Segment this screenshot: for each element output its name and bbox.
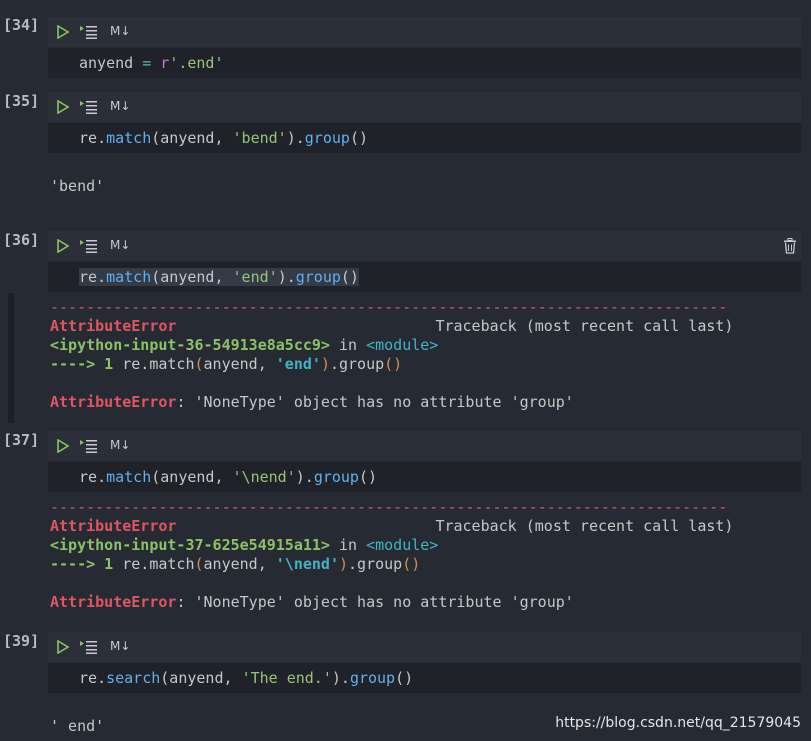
error-message: AttributeError: 'NoneType' object has no… bbox=[50, 393, 574, 411]
code-line: re.match(anyend, 'end').group() bbox=[79, 268, 359, 286]
run-by-line-icon[interactable] bbox=[80, 25, 98, 39]
execution-count: [37] bbox=[3, 431, 40, 449]
code-line: re.search(anyend, 'The end.').group() bbox=[79, 669, 414, 687]
code-editor[interactable]: anyend = r'.end' bbox=[48, 48, 801, 78]
code-editor[interactable]: re.match(anyend, '\nend').group() bbox=[48, 462, 801, 492]
markdown-toggle[interactable]: M↓ bbox=[110, 639, 130, 653]
code-editor[interactable]: re.search(anyend, 'The end.').group() bbox=[48, 663, 801, 693]
run-by-line-icon[interactable] bbox=[80, 439, 98, 453]
run-icon[interactable] bbox=[56, 100, 70, 114]
execution-count: [36] bbox=[3, 231, 40, 249]
code-line: anyend = r'.end' bbox=[79, 54, 224, 72]
run-by-line-icon[interactable] bbox=[80, 239, 98, 253]
run-icon[interactable] bbox=[56, 25, 70, 39]
error-line: ----> 1 re.match(anyend, 'end').group() bbox=[50, 355, 403, 373]
code-line: re.match(anyend, '\nend').group() bbox=[79, 468, 378, 486]
error-output: ----------------------------------------… bbox=[50, 298, 733, 412]
markdown-toggle[interactable]: M↓ bbox=[110, 99, 130, 113]
error-location: <ipython-input-37-625e54915a11> in <modu… bbox=[50, 536, 439, 554]
execution-count: [34] bbox=[3, 16, 40, 34]
trash-icon[interactable] bbox=[783, 238, 797, 254]
cell-toolbar: M↓ bbox=[48, 431, 801, 461]
run-icon[interactable] bbox=[56, 640, 70, 654]
error-separator: ----------------------------------------… bbox=[50, 498, 728, 516]
error-separator: ----------------------------------------… bbox=[50, 298, 728, 316]
error-location: <ipython-input-36-54913e8a5cc9> in <modu… bbox=[50, 336, 439, 354]
markdown-toggle[interactable]: M↓ bbox=[110, 238, 130, 252]
output-collapse-bar[interactable] bbox=[8, 293, 14, 423]
execution-count: [35] bbox=[3, 92, 40, 110]
cell-toolbar: M↓ bbox=[48, 231, 801, 261]
code-line: re.match(anyend, 'bend').group() bbox=[79, 129, 368, 147]
watermark: https://blog.csdn.net/qq_21579045 bbox=[555, 715, 801, 731]
error-message: AttributeError: 'NoneType' object has no… bbox=[50, 593, 574, 611]
error-header: AttributeError Traceback (most recent cal… bbox=[50, 517, 734, 535]
run-icon[interactable] bbox=[56, 439, 70, 453]
run-by-line-icon[interactable] bbox=[80, 640, 98, 654]
cell-output: ' end' bbox=[50, 717, 105, 735]
markdown-toggle[interactable]: M↓ bbox=[110, 438, 130, 452]
cell-output: 'bend' bbox=[50, 177, 105, 195]
markdown-toggle[interactable]: M↓ bbox=[110, 24, 130, 38]
run-by-line-icon[interactable] bbox=[80, 100, 98, 114]
code-editor[interactable]: re.match(anyend, 'bend').group() bbox=[48, 123, 801, 153]
error-line: ----> 1 re.match(anyend, '\nend').group(… bbox=[50, 555, 421, 573]
error-output: ----------------------------------------… bbox=[50, 498, 733, 612]
run-icon[interactable] bbox=[56, 239, 70, 253]
cell-toolbar: M↓ bbox=[48, 92, 801, 122]
cell-toolbar: M↓ bbox=[48, 632, 801, 662]
execution-count: [39] bbox=[3, 632, 40, 650]
cell-toolbar: M↓ bbox=[48, 17, 801, 47]
code-editor[interactable]: re.match(anyend, 'end').group() bbox=[48, 262, 801, 292]
error-header: AttributeError Traceback (most recent cal… bbox=[50, 317, 734, 335]
